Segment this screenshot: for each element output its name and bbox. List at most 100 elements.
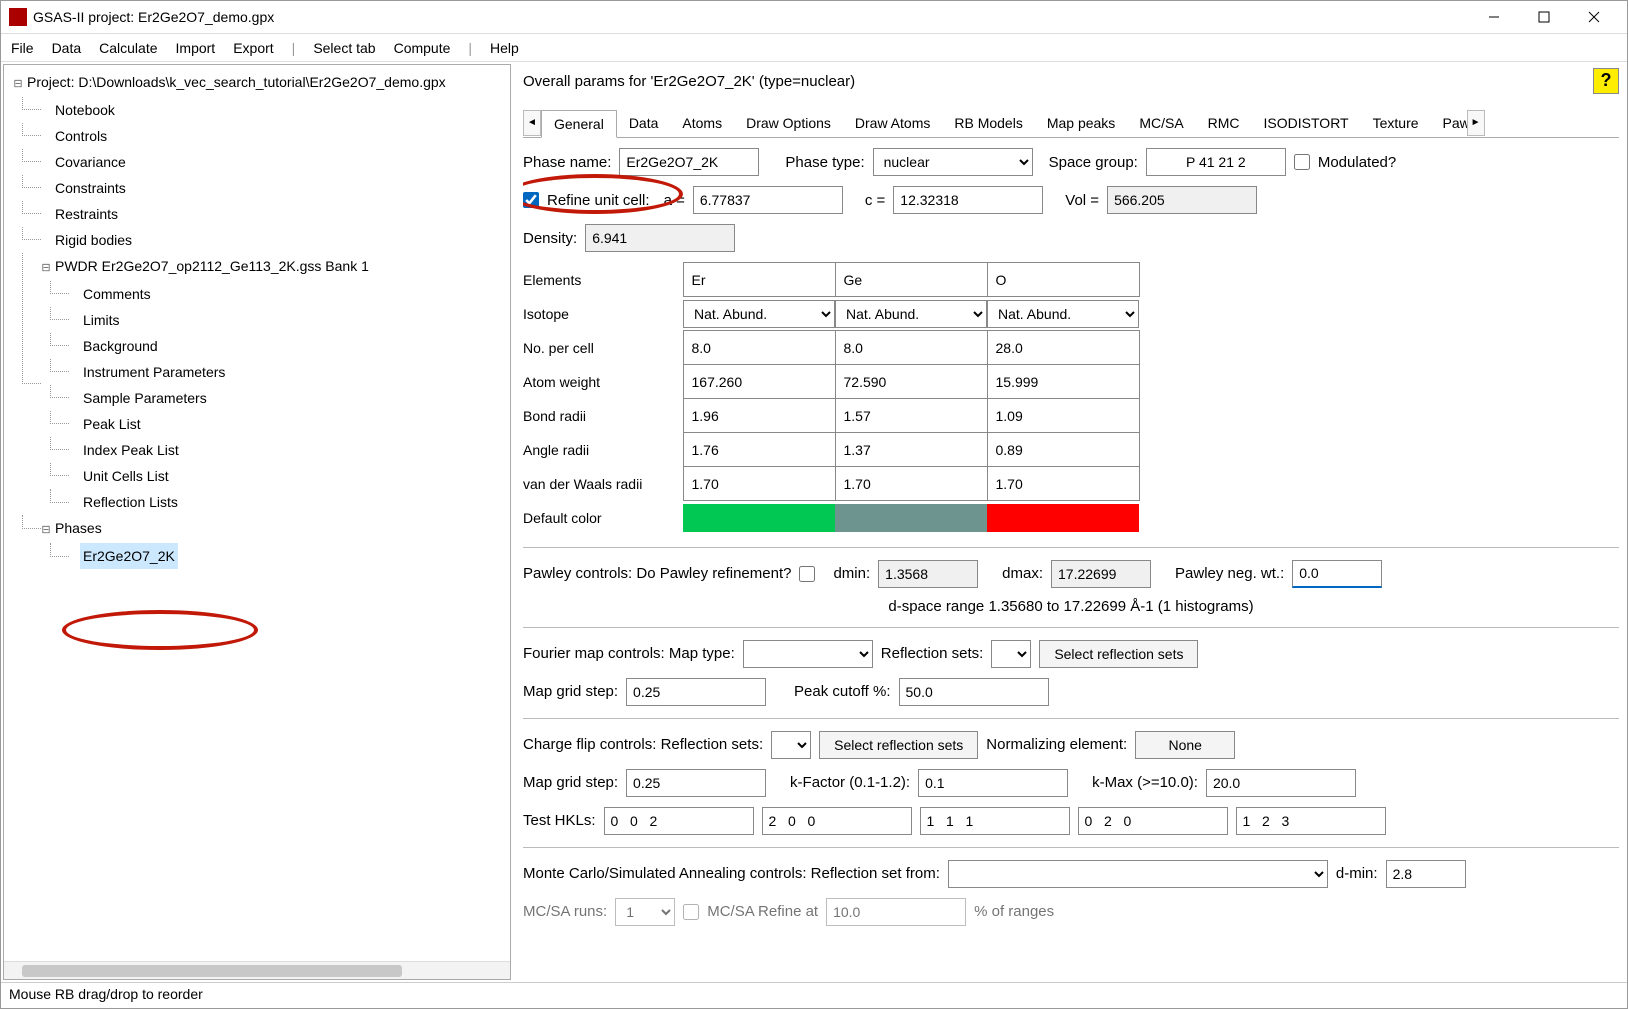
isotope-o-select[interactable]: Nat. Abund. (987, 300, 1139, 328)
cf-select-reflection-sets-button[interactable]: Select reflection sets (819, 731, 978, 759)
tree-limits[interactable]: Limits (80, 307, 123, 333)
tab-atoms[interactable]: Atoms (670, 110, 734, 136)
help-button[interactable]: ? (1593, 68, 1619, 94)
space-group-input[interactable] (1146, 148, 1286, 176)
mcsa-refine-input[interactable] (826, 898, 966, 926)
phase-name-input[interactable] (619, 148, 759, 176)
expand-icon[interactable]: ⊟ (40, 517, 52, 543)
phase-type-select[interactable]: nuclear (873, 148, 1033, 176)
tab-texture[interactable]: Texture (1361, 110, 1431, 136)
pawley-refine-checkbox[interactable] (799, 566, 815, 582)
tab-map-peaks[interactable]: Map peaks (1035, 110, 1127, 136)
hkl-input-0[interactable] (604, 807, 754, 835)
tree-comments[interactable]: Comments (80, 281, 154, 307)
mcsa-refine-checkbox[interactable] (683, 904, 699, 920)
tab-isodistort[interactable]: ISODISTORT (1252, 110, 1361, 136)
hkl-input-4[interactable] (1236, 807, 1386, 835)
menu-select-tab[interactable]: Select tab (313, 40, 375, 56)
tab-draw-atoms[interactable]: Draw Atoms (843, 110, 942, 136)
tree-phase-er2ge2o7[interactable]: Er2Ge2O7_2K (80, 543, 178, 569)
mcsa-refl-set-select[interactable] (948, 860, 1328, 888)
pawley-neg-input[interactable] (1292, 560, 1382, 588)
expand-icon[interactable]: ⊟ (12, 71, 24, 97)
hkl-input-1[interactable] (762, 807, 912, 835)
phase-type-label: Phase type: (785, 154, 864, 171)
mcsa-dmin-input[interactable] (1386, 860, 1466, 888)
mcsa-refine-label: MC/SA Refine at (707, 903, 818, 920)
mcsa-runs-select[interactable]: 1 (615, 898, 675, 926)
test-hkls-label: Test HKLs: (523, 812, 596, 829)
tab-rb-models[interactable]: RB Models (942, 110, 1034, 136)
tree-project[interactable]: Project: D:\Downloads\k_vec_search_tutor… (24, 69, 449, 95)
tree-index-peak-list[interactable]: Index Peak List (80, 437, 182, 463)
select-reflection-sets-button[interactable]: Select reflection sets (1039, 640, 1198, 668)
minimize-button[interactable] (1469, 1, 1519, 33)
refl-sets-label: Reflection sets: (881, 645, 984, 662)
menu-import[interactable]: Import (176, 40, 216, 56)
hkl-input-2[interactable] (920, 807, 1070, 835)
menu-data[interactable]: Data (52, 40, 82, 56)
tab-pawley[interactable]: Pawley (1431, 110, 1467, 136)
pawley-dmax-label: dmax: (1002, 565, 1043, 582)
tree-reflection-lists[interactable]: Reflection Lists (80, 489, 181, 515)
close-button[interactable] (1569, 1, 1619, 33)
cf-refl-sets-select[interactable] (771, 731, 811, 759)
menu-file[interactable]: File (11, 40, 34, 56)
chargeflip-controls-label: Charge flip controls: Reflection sets: (523, 736, 763, 753)
peak-cutoff-input[interactable] (899, 678, 1049, 706)
tree-controls[interactable]: Controls (52, 123, 110, 149)
refine-unit-cell-checkbox[interactable] (523, 192, 539, 208)
elements-table: ElementsErGeO Isotope Nat. Abund. Nat. A… (523, 262, 1140, 535)
cf-grid-label: Map grid step: (523, 774, 618, 791)
tab-scroll-left[interactable]: ◄ (523, 110, 541, 136)
kmax-label: k-Max (>=10.0): (1092, 774, 1198, 791)
map-type-select[interactable] (743, 640, 873, 668)
tree-background[interactable]: Background (80, 333, 161, 359)
tree-restraints[interactable]: Restraints (52, 201, 121, 227)
tree-peak-list[interactable]: Peak List (80, 411, 144, 437)
hkl-input-3[interactable] (1078, 807, 1228, 835)
tree-phases[interactable]: Phases (52, 515, 105, 541)
cf-grid-input[interactable] (626, 769, 766, 797)
tree-unit-cells-list[interactable]: Unit Cells List (80, 463, 172, 489)
tab-mcsa[interactable]: MC/SA (1127, 110, 1195, 136)
maximize-button[interactable] (1519, 1, 1569, 33)
expand-icon[interactable]: ⊟ (40, 255, 52, 281)
mcsa-suffix: % of ranges (974, 903, 1054, 920)
tab-data[interactable]: Data (617, 110, 671, 136)
tree-pwdr[interactable]: PWDR Er2Ge2O7_op2112_Ge113_2K.gss Bank 1 (52, 253, 372, 279)
tree-constraints[interactable]: Constraints (52, 175, 129, 201)
tree-covariance[interactable]: Covariance (52, 149, 129, 175)
map-grid-input[interactable] (626, 678, 766, 706)
kfactor-label: k-Factor (0.1-1.2): (790, 774, 910, 791)
menubar: File Data Calculate Import Export | Sele… (1, 34, 1627, 62)
normalizing-element-button[interactable]: None (1135, 731, 1235, 759)
tab-draw-options[interactable]: Draw Options (734, 110, 843, 136)
isotope-er-select[interactable]: Nat. Abund. (683, 300, 835, 328)
menu-help[interactable]: Help (490, 40, 519, 56)
tab-scroll-right[interactable]: ► (1467, 110, 1485, 136)
menu-compute[interactable]: Compute (394, 40, 451, 56)
modulated-checkbox[interactable] (1294, 154, 1310, 170)
tree-rigid-bodies[interactable]: Rigid bodies (52, 227, 135, 253)
kfactor-input[interactable] (918, 769, 1068, 797)
pawley-dmin-input (878, 560, 978, 588)
tab-rmc[interactable]: RMC (1196, 110, 1252, 136)
color-ge[interactable] (835, 504, 987, 532)
kmax-input[interactable] (1206, 769, 1356, 797)
tree-sample-parameters[interactable]: Sample Parameters (80, 385, 210, 411)
color-o[interactable] (987, 504, 1139, 532)
tree-notebook[interactable]: Notebook (52, 97, 118, 123)
tree-instrument-parameters[interactable]: Instrument Parameters (80, 359, 228, 385)
tab-general[interactable]: General (541, 110, 617, 138)
menu-calculate[interactable]: Calculate (99, 40, 157, 56)
refl-sets-select[interactable] (991, 640, 1031, 668)
cell-c-input[interactable] (893, 186, 1043, 214)
horizontal-scrollbar[interactable] (4, 961, 510, 979)
color-er[interactable] (683, 504, 835, 532)
a-label: a = (664, 192, 685, 209)
density-display (585, 224, 735, 252)
menu-export[interactable]: Export (233, 40, 273, 56)
cell-a-input[interactable] (693, 186, 843, 214)
isotope-ge-select[interactable]: Nat. Abund. (835, 300, 987, 328)
